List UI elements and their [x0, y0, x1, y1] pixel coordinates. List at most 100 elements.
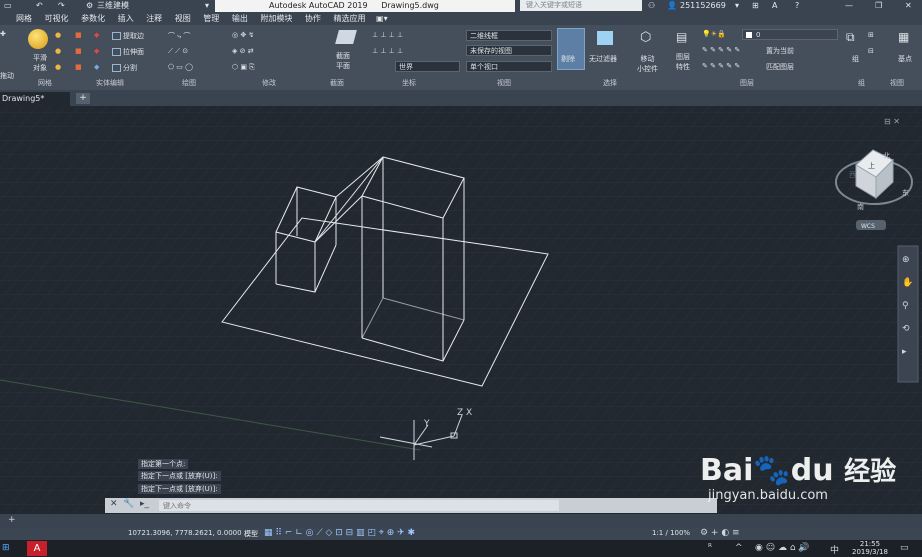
group-icon[interactable]: ⧉: [846, 30, 855, 45]
windows-start-icon[interactable]: ⊞: [2, 543, 10, 553]
minimize-icon[interactable]: —: [845, 0, 853, 12]
workspace-selector[interactable]: 三维建模: [97, 0, 129, 12]
solid-edit-icon[interactable]: ◆: [94, 63, 99, 71]
layer-tools-icon[interactable]: ✎ ✎ ✎ ✎ ✎: [702, 62, 740, 70]
wcs-menu[interactable]: WCS: [861, 223, 875, 230]
rotate-icon[interactable]: ◈ ⊘ ⇄: [232, 47, 254, 55]
new-tab-button[interactable]: +: [76, 93, 90, 104]
binoculars-icon[interactable]: ⚇: [648, 0, 655, 12]
redo-icon[interactable]: ↷: [58, 0, 65, 12]
open-icon[interactable]: ▭: [4, 0, 12, 12]
panel-label-mesh[interactable]: 网格: [38, 77, 52, 89]
chevron-down-icon[interactable]: ▾: [735, 0, 739, 12]
menu-visualize[interactable]: 可视化: [45, 12, 69, 25]
polyline-icon[interactable]: ⌒ ⤷ ⌒: [168, 31, 190, 41]
panel-label-section[interactable]: 截面: [330, 77, 344, 89]
cart-icon[interactable]: ⊞: [752, 0, 759, 12]
add-layout-icon[interactable]: +: [8, 515, 16, 525]
menu-addins[interactable]: 附加模块: [260, 12, 292, 25]
panel-label-solid-edit[interactable]: 实体编辑: [96, 77, 124, 89]
drag-icon[interactable]: ✚: [0, 30, 6, 38]
panel-label-draw[interactable]: 绘图: [182, 77, 196, 89]
panel-label-layers[interactable]: 图层: [740, 77, 754, 89]
compass-east-label[interactable]: 东: [902, 188, 909, 197]
solid-edit-icon[interactable]: ◆: [94, 31, 99, 39]
people-icon[interactable]: ᴿ: [708, 543, 712, 553]
notifications-icon[interactable]: ▭: [900, 543, 909, 553]
compass-west-label[interactable]: 西: [849, 171, 856, 179]
solid-union-icon[interactable]: ■: [75, 31, 82, 39]
layer-properties-button[interactable]: 图层 特性: [676, 52, 690, 72]
ime-indicator[interactable]: 中: [830, 543, 839, 556]
layer-state-icon[interactable]: 💡☀🔒: [702, 30, 726, 38]
group-tools-icon[interactable]: ⊞: [868, 31, 874, 39]
mesh-box-icon[interactable]: ●: [55, 47, 61, 55]
ribbon-toggle-icon[interactable]: ▣▾: [376, 12, 388, 25]
menu-collaborate[interactable]: 协作: [305, 12, 321, 25]
section-plane-button[interactable]: 截面 平面: [336, 51, 350, 71]
section-plane-icon[interactable]: [335, 30, 357, 44]
compass-north-label[interactable]: 北: [883, 152, 890, 160]
panel-label-modify[interactable]: 修改: [262, 77, 276, 89]
navigation-bar[interactable]: ⊕ ✋ ⚲ ⟲ ▸: [897, 245, 919, 383]
viewcube-top-label[interactable]: 上: [868, 161, 875, 170]
menu-parametric[interactable]: 参数化: [81, 12, 105, 25]
viewport-controls[interactable]: ⊟ ✕: [884, 117, 900, 126]
close-icon[interactable]: ✕: [110, 499, 118, 509]
chevron-down-icon[interactable]: ▾: [205, 0, 209, 12]
solid-intersect-icon[interactable]: ■: [75, 63, 82, 71]
drag-button[interactable]: 拖动: [0, 71, 14, 81]
move-gizmo-icon[interactable]: ⬡: [640, 30, 651, 45]
smooth-object-icon[interactable]: [28, 29, 48, 49]
grid-icon[interactable]: ▦ ⠿ ⌐ ∟ ◎ ⟋ ◇ ⊡ ⊟ ▥ ◰ ⌖ ⊕ ✈ ✱: [264, 528, 415, 538]
command-input[interactable]: [159, 500, 559, 511]
solid-subtract-icon[interactable]: ■: [75, 47, 82, 55]
coordinates-readout[interactable]: 10721.3096, 7778.2621, 0.0000: [128, 529, 242, 537]
set-current-button[interactable]: 置为当前: [766, 46, 794, 56]
tab-drawing5[interactable]: Drawing5*: [0, 92, 70, 106]
polygon-icon[interactable]: ⬠ ▭ ◯: [168, 63, 193, 71]
clock[interactable]: 21:55 2019/3/18: [852, 540, 888, 556]
move-icon[interactable]: ◎ ✥ ↯: [232, 31, 254, 39]
autodesk-app-icon[interactable]: A: [772, 0, 777, 12]
menu-output[interactable]: 输出: [232, 12, 248, 25]
extrude-face-button[interactable]: 拉伸面: [112, 47, 144, 57]
wrench-icon[interactable]: 🔧: [123, 499, 134, 509]
solid-edit-icon[interactable]: ◆: [94, 47, 99, 55]
base-point-button[interactable]: 基点: [898, 54, 912, 64]
line-icon[interactable]: ⟋ ⟋ ⊙: [168, 47, 188, 56]
layer-tools-icon[interactable]: ✎ ✎ ✎ ✎ ✎: [702, 46, 740, 54]
search-input[interactable]: 键入关键字或短语: [520, 0, 642, 11]
smooth-object-button[interactable]: 平滑 对象: [30, 53, 50, 73]
viewport-dropdown[interactable]: 单个视口: [466, 61, 552, 72]
restore-icon[interactable]: ❐: [875, 0, 882, 12]
menu-view[interactable]: 视图: [175, 12, 191, 25]
coordinate-dropdown[interactable]: 世界: [395, 61, 460, 72]
help-icon[interactable]: ?: [795, 0, 799, 12]
group-button[interactable]: 组: [852, 54, 859, 64]
gear-icon[interactable]: ⚙: [86, 0, 93, 12]
menu-mesh[interactable]: 网格: [16, 12, 32, 25]
panel-label-selection[interactable]: 选择: [603, 77, 617, 89]
workspace-icon[interactable]: ⚙ + ◐ ≡: [700, 528, 740, 538]
filter-icon[interactable]: [597, 31, 613, 45]
extract-edges-button[interactable]: 提取边: [112, 31, 144, 41]
autocad-taskbar-icon[interactable]: A: [27, 541, 47, 556]
model-space-toggle[interactable]: 模型: [244, 529, 258, 539]
panel-label-groups[interactable]: 组: [858, 77, 865, 89]
base-point-icon[interactable]: ▦: [898, 30, 909, 44]
close-icon[interactable]: ✕: [905, 0, 912, 12]
menu-insert[interactable]: 插入: [118, 12, 134, 25]
mesh-cylinder-icon[interactable]: ●: [55, 63, 61, 71]
menu-manage[interactable]: 管理: [203, 12, 219, 25]
panel-label-view[interactable]: 视图: [497, 77, 511, 89]
ucs-icon[interactable]: ⊥ ⊥ ⊥ ⊥: [372, 47, 403, 55]
named-view-dropdown[interactable]: 未保存的视图: [466, 45, 552, 56]
no-filter-button[interactable]: 无过滤器: [589, 54, 617, 64]
move-gizmo-button[interactable]: 移动 小控件: [637, 54, 658, 74]
ucs-icon[interactable]: ⊥ ⊥ ⊥ ⊥: [372, 31, 403, 39]
layer-dropdown[interactable]: 0: [742, 29, 838, 40]
split-button[interactable]: 分割: [112, 63, 137, 73]
annotation-scale[interactable]: 1:1 / 100%: [652, 529, 690, 537]
user-name[interactable]: 251152669: [680, 0, 726, 12]
